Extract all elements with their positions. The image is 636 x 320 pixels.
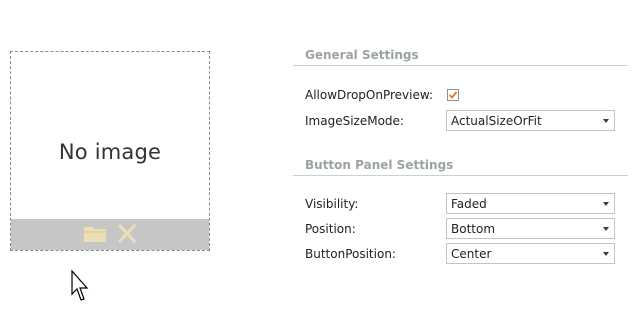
image-size-mode-value: ActualSizeOrFit (451, 114, 542, 128)
button-panel (11, 219, 209, 250)
visibility-combobox[interactable]: Faded (446, 193, 615, 214)
position-label: Position: (305, 222, 356, 236)
general-settings-divider (293, 65, 628, 66)
image-editor[interactable]: No image (10, 51, 210, 251)
image-size-mode-label: ImageSizeMode: (305, 114, 404, 128)
close-icon (117, 223, 137, 244)
image-size-mode-combobox[interactable]: ActualSizeOrFit (446, 110, 615, 131)
checkmark-icon (448, 91, 458, 99)
visibility-value: Faded (451, 197, 487, 211)
load-image-button[interactable] (83, 224, 107, 244)
allow-drop-label: AllowDropOnPreview: (305, 88, 434, 102)
button-panel-settings-title: Button Panel Settings (305, 158, 454, 172)
dropdown-arrow-icon (603, 252, 609, 256)
folder-icon (84, 227, 106, 242)
button-position-label: ButtonPosition: (305, 247, 396, 261)
clear-image-button[interactable] (115, 223, 139, 244)
dropdown-arrow-icon (603, 119, 609, 123)
button-position-value: Center (451, 247, 492, 261)
dropdown-arrow-icon (603, 227, 609, 231)
dropdown-arrow-icon (603, 202, 609, 206)
mouse-cursor-icon (71, 270, 89, 301)
position-value: Bottom (451, 222, 496, 236)
button-panel-settings-divider (293, 175, 628, 176)
position-combobox[interactable]: Bottom (446, 218, 615, 239)
visibility-label: Visibility: (305, 197, 359, 211)
demo-window: No image General Settings AllowDropOnPre… (0, 0, 636, 320)
allow-drop-checkbox[interactable] (447, 89, 459, 101)
no-image-text: No image (58, 140, 162, 164)
general-settings-title: General Settings (305, 48, 419, 62)
button-position-combobox[interactable]: Center (446, 243, 615, 264)
